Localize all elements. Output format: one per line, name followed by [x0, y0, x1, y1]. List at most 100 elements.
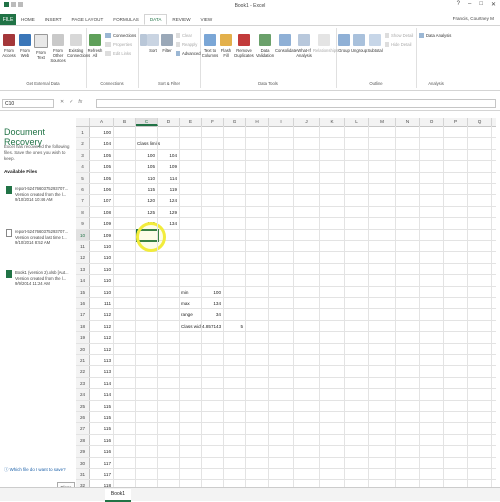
row-header[interactable]: 3: [76, 149, 90, 161]
column-header-j[interactable]: J: [294, 118, 320, 126]
consolidate-button[interactable]: Consolidate: [275, 34, 297, 53]
cell-a31[interactable]: 117: [90, 469, 111, 479]
from-other-sources-button[interactable]: From Other Sources: [49, 34, 67, 63]
tab-insert[interactable]: INSERT: [40, 14, 67, 25]
cell-d5[interactable]: 114: [158, 173, 177, 183]
cell-a26[interactable]: 115: [90, 412, 111, 422]
cell-d7[interactable]: 124: [158, 195, 177, 205]
cell-c3[interactable]: 100: [136, 150, 155, 160]
cell-c6[interactable]: 115: [136, 184, 155, 194]
row-header[interactable]: 31: [76, 469, 90, 480]
remove-duplicates-button[interactable]: Remove Duplicates: [233, 34, 255, 58]
column-header-q[interactable]: Q: [468, 118, 492, 126]
tab-review[interactable]: REVIEW: [167, 14, 195, 25]
cell-a24[interactable]: 114: [90, 389, 111, 399]
cell-g18[interactable]: 5: [224, 321, 243, 331]
sort-button[interactable]: Sort: [146, 34, 160, 53]
row-header[interactable]: 4: [76, 161, 90, 172]
filter-button[interactable]: Filter: [160, 34, 174, 53]
row-header[interactable]: 20: [76, 343, 90, 354]
text-to-columns-button[interactable]: Text to Columns: [201, 34, 219, 58]
row-header[interactable]: 26: [76, 412, 90, 423]
row-header[interactable]: 15: [76, 286, 90, 297]
row-header[interactable]: 23: [76, 377, 90, 389]
ungroup-button[interactable]: Ungroup: [351, 34, 367, 53]
cell-c5[interactable]: 110: [136, 173, 155, 183]
data-validation-button[interactable]: Data Validation: [255, 34, 275, 58]
tab-file[interactable]: FILE: [0, 14, 16, 25]
column-header-m[interactable]: M: [369, 118, 396, 126]
row-header[interactable]: 12: [76, 252, 90, 263]
column-header-h[interactable]: H: [246, 118, 269, 126]
cell-a5[interactable]: 105: [90, 173, 111, 183]
group-button[interactable]: Group: [337, 34, 351, 53]
cell-a4[interactable]: 105: [90, 161, 111, 171]
cell-a27[interactable]: 115: [90, 423, 111, 433]
maximize-icon[interactable]: □: [479, 1, 483, 8]
row-header[interactable]: 2: [76, 138, 90, 149]
cell-a15[interactable]: 110: [90, 287, 111, 297]
which-file-link[interactable]: ⓘ Which file do I want to save?: [4, 467, 66, 473]
column-header-n[interactable]: N: [396, 118, 420, 126]
row-header[interactable]: 22: [76, 366, 90, 377]
connections-item[interactable]: Connections: [105, 33, 136, 38]
what-if-analysis-button[interactable]: What-If Analysis: [295, 34, 313, 58]
cell-d6[interactable]: 119: [158, 184, 177, 194]
tab-page-layout[interactable]: PAGE LAYOUT: [67, 14, 109, 25]
cell-f17[interactable]: 34: [202, 309, 221, 319]
name-box[interactable]: C10: [2, 99, 54, 108]
row-header[interactable]: 10: [76, 229, 90, 240]
row-header[interactable]: 19: [76, 332, 90, 343]
cancel-icon[interactable]: ✕: [60, 99, 64, 105]
enter-icon[interactable]: ✓: [69, 99, 73, 105]
close-icon[interactable]: ✕: [491, 1, 496, 8]
clear-item[interactable]: Clear: [176, 33, 192, 38]
cell-a29[interactable]: 116: [90, 446, 111, 456]
cell-c8[interactable]: 125: [136, 207, 155, 217]
row-header[interactable]: 27: [76, 423, 90, 434]
hide-detail-item[interactable]: Hide Detail: [385, 42, 411, 47]
cell-a21[interactable]: 113: [90, 355, 111, 365]
formula-input[interactable]: [96, 99, 496, 108]
row-header[interactable]: 18: [76, 320, 90, 332]
cell-e16[interactable]: max: [181, 298, 190, 308]
cell-a1[interactable]: 100: [90, 127, 111, 137]
cell-a17[interactable]: 112: [90, 309, 111, 319]
edit-links-item[interactable]: Edit Links: [105, 51, 131, 56]
recovered-file-item[interactable]: Book1 (version 2).xlsb [Aut... Version c…: [6, 270, 70, 287]
cell-a18[interactable]: 112: [90, 321, 111, 331]
existing-connections-button[interactable]: Existing Connections: [67, 34, 90, 58]
cell-a22[interactable]: 113: [90, 366, 111, 376]
cell-c4[interactable]: 105: [136, 161, 155, 171]
sheet-tab[interactable]: Book1: [105, 489, 131, 502]
help-icon[interactable]: ?: [457, 1, 460, 8]
cell-a30[interactable]: 117: [90, 458, 111, 468]
from-text-button[interactable]: From Text: [33, 34, 49, 60]
row-header[interactable]: 30: [76, 457, 90, 468]
cell-a3[interactable]: 105: [90, 150, 111, 160]
cell-a19[interactable]: 112: [90, 332, 111, 342]
row-header[interactable]: 9: [76, 218, 90, 229]
tab-data[interactable]: DATA: [143, 14, 168, 25]
column-header-e[interactable]: E: [180, 118, 202, 126]
cell-e18[interactable]: Class widt: [181, 321, 202, 331]
cell-a12[interactable]: 110: [90, 252, 111, 262]
row-header[interactable]: 17: [76, 309, 90, 320]
select-all-corner[interactable]: [76, 118, 90, 126]
row-header[interactable]: 28: [76, 434, 90, 446]
row-header[interactable]: 13: [76, 263, 90, 275]
cell-a2[interactable]: 104: [90, 138, 111, 148]
row-header[interactable]: 7: [76, 195, 90, 206]
cell-a10[interactable]: 109: [90, 230, 111, 240]
cell-a14[interactable]: 110: [90, 275, 111, 285]
user-name[interactable]: Francis, Courtney M: [453, 16, 494, 21]
row-header[interactable]: 11: [76, 241, 90, 252]
row-header[interactable]: 6: [76, 184, 90, 195]
flash-fill-button[interactable]: Flash Fill: [219, 34, 233, 58]
data-analysis-item[interactable]: Data Analysis: [419, 33, 451, 38]
cell-f16[interactable]: 134: [202, 298, 221, 308]
cell-f18[interactable]: 4.857143: [202, 321, 221, 331]
column-header-c[interactable]: C: [136, 118, 158, 126]
column-header-k[interactable]: K: [320, 118, 345, 126]
cell-d4[interactable]: 109: [158, 161, 177, 171]
